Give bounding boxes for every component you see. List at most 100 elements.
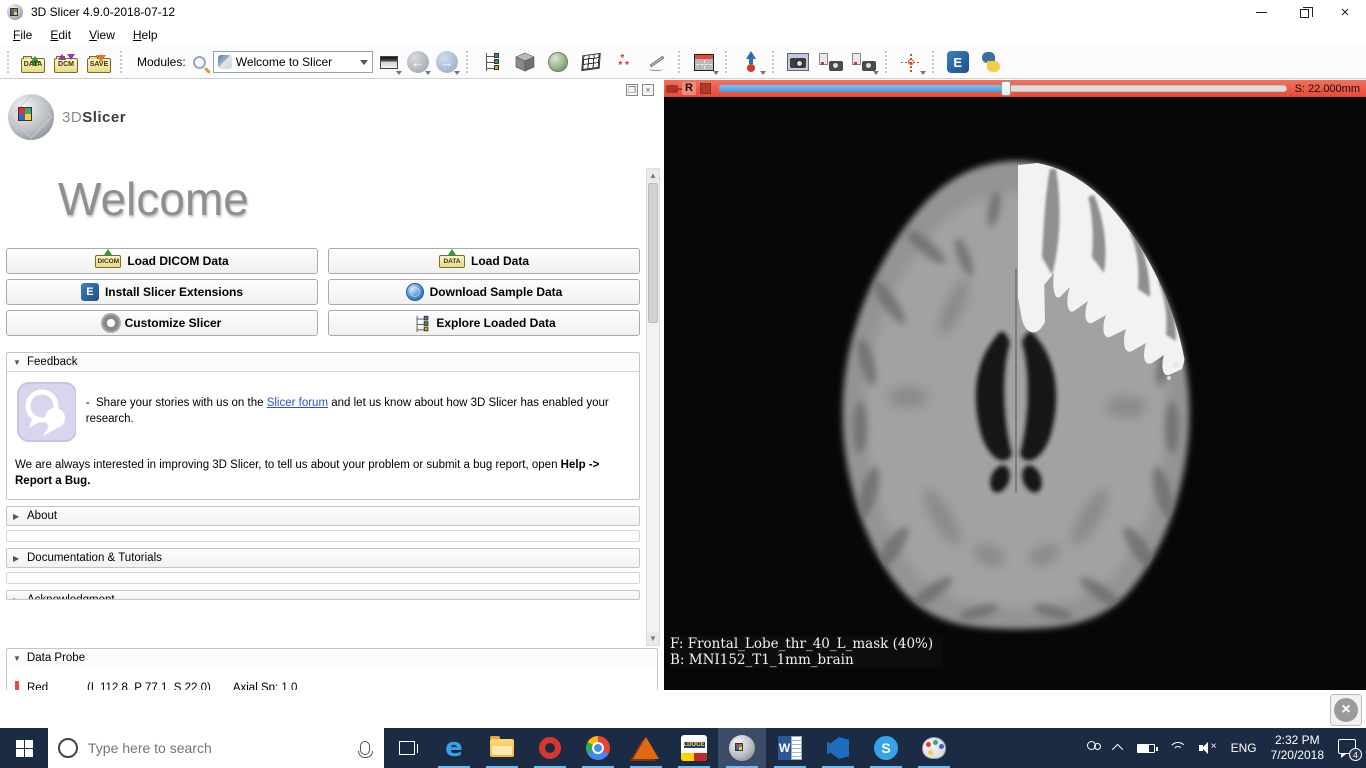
about-header[interactable]: ▶ About xyxy=(7,507,639,525)
taskbar-word[interactable]: W xyxy=(766,728,814,768)
dismiss-overlay-button[interactable]: × xyxy=(1330,694,1362,726)
battery-icon[interactable] xyxy=(1137,744,1155,753)
subject-hierarchy-button[interactable] xyxy=(477,48,507,76)
customize-slicer-button[interactable]: Customize Slicer xyxy=(6,310,318,336)
close-button[interactable]: × xyxy=(1324,0,1366,24)
scrollbar-thumb[interactable] xyxy=(648,183,658,323)
forward-arrow-icon: → xyxy=(436,51,458,73)
panel-scrollbar[interactable]: ▲ ▼ xyxy=(646,168,660,646)
taskbar-slicer-active[interactable] xyxy=(718,728,766,768)
collapse-arrow-icon: ▶ xyxy=(13,512,21,521)
scene-view-restore-icon xyxy=(852,53,876,71)
tray-expand-icon[interactable] xyxy=(1112,744,1123,755)
menu-help[interactable]: Help xyxy=(124,26,167,44)
slice-menu-icon[interactable] xyxy=(700,83,711,94)
toolbar-grip[interactable] xyxy=(772,51,777,73)
people-icon[interactable] xyxy=(1085,741,1101,755)
explore-loaded-data-button[interactable]: Explore Loaded Data xyxy=(328,310,640,336)
load-dicom-button[interactable]: DCM xyxy=(51,48,81,76)
task-view-button[interactable] xyxy=(384,728,430,768)
button-label: Customize Slicer xyxy=(125,316,222,330)
notification-badge: 4 xyxy=(1349,748,1362,761)
toolbar-grip[interactable] xyxy=(932,51,937,73)
load-data-button[interactable]: DATA xyxy=(18,48,48,76)
toolbar-grip[interactable] xyxy=(466,51,471,73)
menu-file[interactable]: File xyxy=(4,26,41,44)
models-button[interactable] xyxy=(543,48,573,76)
windows-taskbar: e LDOCE W S × ENG 2:32 PM 7/20/2018 4 xyxy=(0,728,1366,768)
toolbar-grip[interactable] xyxy=(7,51,12,73)
welcome-buttons: DICOM Load DICOM Data DATA Load Data E I… xyxy=(0,248,646,336)
restore-icon xyxy=(1300,9,1309,18)
panel-float-button[interactable]: ❐ xyxy=(626,84,638,96)
search-input[interactable] xyxy=(88,740,350,756)
taskbar-chrome[interactable] xyxy=(574,728,622,768)
subject-hierarchy-icon xyxy=(482,52,502,72)
screen-capture-icon xyxy=(380,56,398,69)
taskbar-paint[interactable] xyxy=(910,728,958,768)
slice-viewport[interactable]: F: Frontal_Lobe_thr_40_L_mask (40%) B: M… xyxy=(664,97,1366,690)
taskbar-search[interactable] xyxy=(48,728,384,768)
screen-capture-button[interactable] xyxy=(376,48,402,76)
module-selector[interactable]: Welcome to Slicer xyxy=(213,51,373,73)
feedback-header[interactable]: ▼ Feedback xyxy=(7,353,639,371)
taskbar-matlab[interactable] xyxy=(622,728,670,768)
language-indicator[interactable]: ENG xyxy=(1231,741,1257,755)
menu-view[interactable]: View xyxy=(80,26,124,44)
data-probe-header[interactable]: ▼ Data Probe xyxy=(7,649,657,667)
scroll-up-arrow[interactable]: ▲ xyxy=(647,169,659,182)
toolbar-grip[interactable] xyxy=(678,51,683,73)
toolbar-grip[interactable] xyxy=(885,51,890,73)
scene-view-restore-button[interactable] xyxy=(849,48,879,76)
taskbar-opera[interactable] xyxy=(526,728,574,768)
history-back-button[interactable]: ← xyxy=(405,48,431,76)
scene-view-capture-button[interactable] xyxy=(816,48,846,76)
microphone-icon[interactable] xyxy=(360,741,370,755)
slice-offset-slider[interactable] xyxy=(719,84,1287,93)
panel-close-button[interactable]: × xyxy=(642,84,654,96)
volume-muted-icon[interactable]: × xyxy=(1199,742,1217,754)
taskbar-edge[interactable]: e xyxy=(430,728,478,768)
layout-selector-button[interactable] xyxy=(689,48,719,76)
toolbar-grip[interactable] xyxy=(725,51,730,73)
crosshair-button[interactable] xyxy=(896,48,926,76)
annotations-button[interactable] xyxy=(642,48,672,76)
module-search-icon[interactable] xyxy=(193,56,206,69)
layout-icon xyxy=(694,54,714,71)
slider-handle[interactable] xyxy=(1001,81,1011,96)
menu-edit[interactable]: Edit xyxy=(41,26,80,44)
start-button[interactable] xyxy=(0,728,48,768)
screenshot-button[interactable] xyxy=(783,48,813,76)
install-extensions-button[interactable]: E Install Slicer Extensions xyxy=(6,279,318,305)
download-sample-data-button[interactable]: Download Sample Data xyxy=(328,279,640,305)
volume-rendering-button[interactable] xyxy=(510,48,540,76)
restore-button[interactable] xyxy=(1282,0,1324,24)
extensions-manager-button[interactable]: E xyxy=(943,48,973,76)
taskbar-skype[interactable]: S xyxy=(862,728,910,768)
python-console-button[interactable] xyxy=(976,48,1006,76)
taskbar-ldoce[interactable]: LDOCE xyxy=(670,728,718,768)
chevron-down-icon xyxy=(360,60,368,65)
slice-offset-label: S: 22.000mm xyxy=(1295,83,1360,95)
wifi-icon[interactable] xyxy=(1169,742,1185,754)
chevron-down-icon xyxy=(873,71,879,75)
load-dicom-data-button[interactable]: DICOM Load DICOM Data xyxy=(6,248,318,274)
markups-button[interactable]: * * * xyxy=(609,48,639,76)
clock[interactable]: 2:32 PM 7/20/2018 xyxy=(1271,733,1324,763)
pin-icon[interactable] xyxy=(666,85,678,93)
docs-header[interactable]: ▶ Documentation & Tutorials xyxy=(7,549,639,567)
minimize-button[interactable] xyxy=(1240,0,1282,24)
acknowledgment-header[interactable]: ▶ Acknowledgment xyxy=(7,591,639,600)
scroll-down-arrow[interactable]: ▼ xyxy=(647,632,659,645)
history-forward-button[interactable]: → xyxy=(434,48,460,76)
button-label: Install Slicer Extensions xyxy=(105,285,243,299)
taskbar-vscode[interactable] xyxy=(814,728,862,768)
slicer-forum-link[interactable]: Slicer forum xyxy=(267,397,328,409)
action-center-button[interactable]: 4 xyxy=(1338,739,1358,757)
save-button[interactable]: SAVE xyxy=(84,48,114,76)
transforms-button[interactable] xyxy=(736,48,766,76)
taskbar-file-explorer[interactable] xyxy=(478,728,526,768)
toolbar-grip[interactable] xyxy=(120,51,125,73)
load-data-button-welcome[interactable]: DATA Load Data xyxy=(328,248,640,274)
transforms-grid-button[interactable] xyxy=(576,48,606,76)
